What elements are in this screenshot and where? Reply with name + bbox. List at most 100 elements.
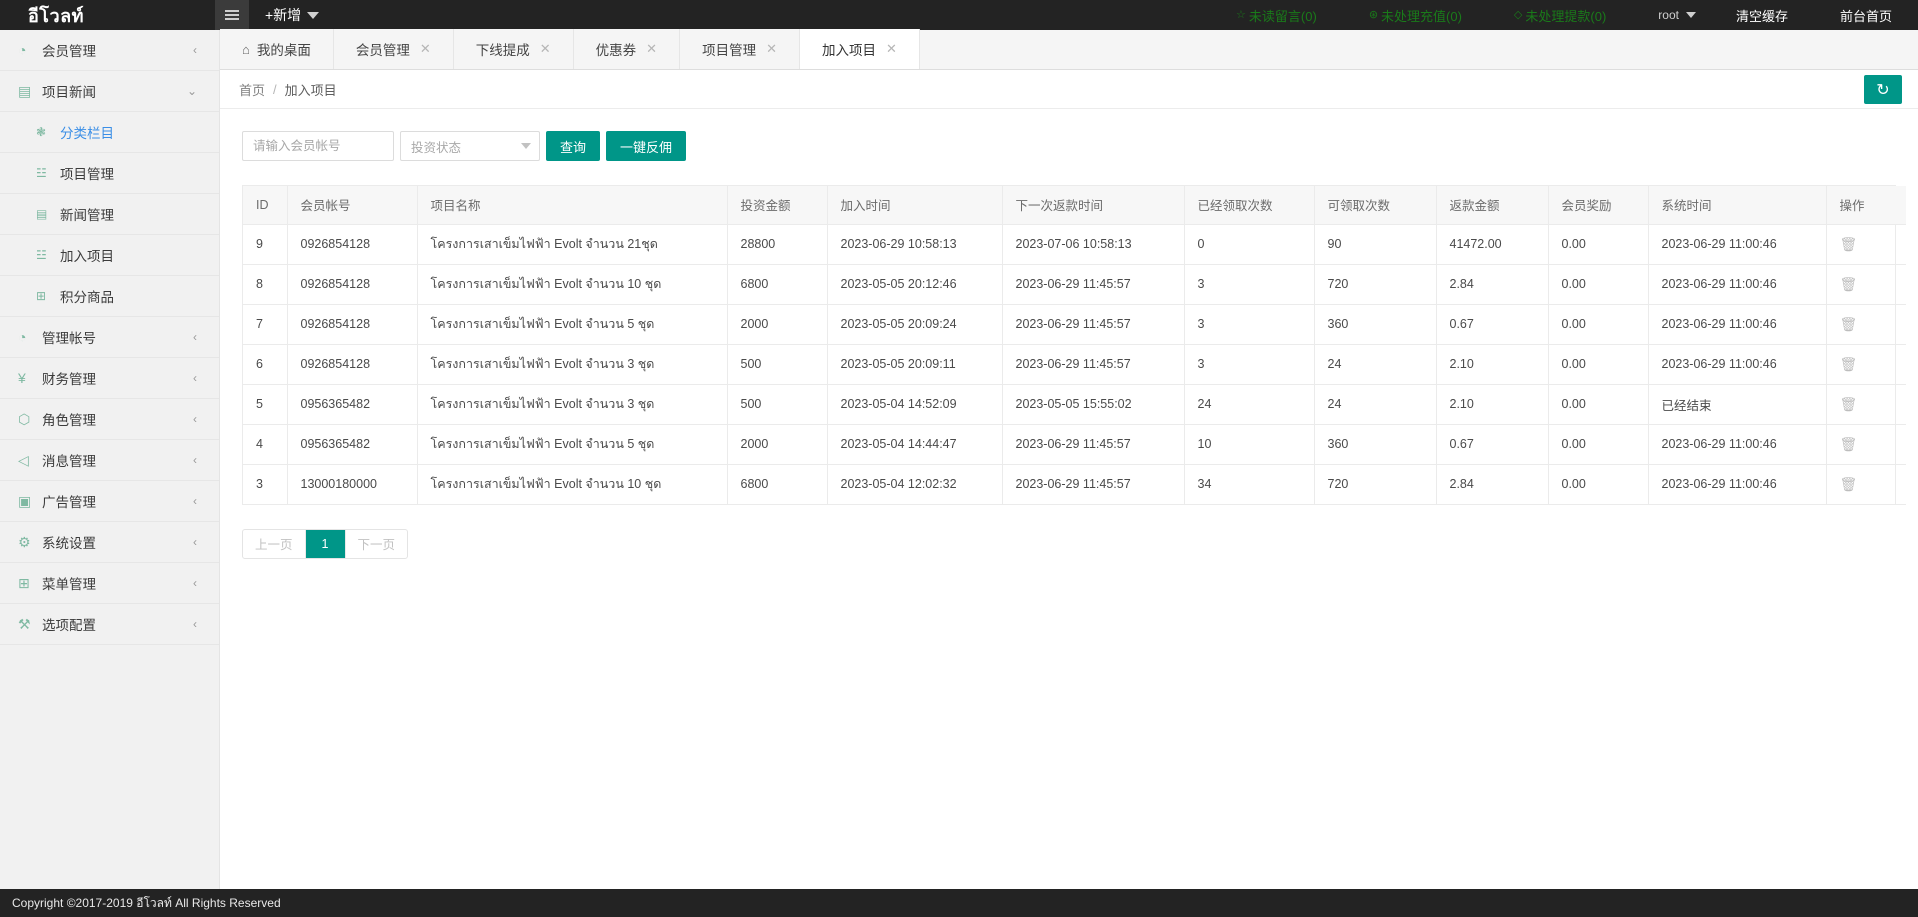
sidebar-item-5[interactable]: ☳加入项目 bbox=[0, 235, 219, 276]
cell-project: โครงการเสาเข็มไฟฟ้า Evolt จำนวน 3 ชุด bbox=[417, 384, 727, 424]
cell-bonus: 0.00 bbox=[1548, 224, 1648, 264]
add-new-button[interactable]: +新增 bbox=[249, 0, 335, 30]
chevron-icon: ⌄ bbox=[187, 84, 197, 98]
sidebar-item-14[interactable]: ⚒选项配置‹ bbox=[0, 604, 219, 645]
sidebar-item-9[interactable]: ⬡角色管理‹ bbox=[0, 399, 219, 440]
sidebar-item-0[interactable]: ◔会员管理‹ bbox=[0, 30, 219, 71]
clear-cache-button[interactable]: 清空缓存 bbox=[1710, 6, 1814, 25]
cell-claimed: 24 bbox=[1184, 384, 1314, 424]
close-icon[interactable]: ✕ bbox=[646, 41, 657, 57]
cell-amount: 500 bbox=[727, 384, 827, 424]
speaker-icon: ◁ bbox=[18, 452, 42, 469]
trash-icon[interactable]: 🗑 bbox=[1840, 236, 1858, 252]
top-header-bar: อีโวลท์ +新增 ☆ 未读留言(0) ⊛ 未处理充值(0) ◇ 未处理提款… bbox=[0, 0, 1918, 30]
doc-icon: ▤ bbox=[36, 207, 60, 221]
table-row: 313000180000โครงการเสาเข็มไฟฟ้า Evolt จำ… bbox=[243, 464, 1906, 504]
tab-0[interactable]: ⌂我的桌面 bbox=[220, 29, 334, 69]
filter-toolbar: 投资状态 查询 一键反佣 bbox=[242, 131, 1896, 161]
trash-icon[interactable]: 🗑 bbox=[1840, 356, 1858, 372]
sidebar-item-10[interactable]: ◁消息管理‹ bbox=[0, 440, 219, 481]
close-icon[interactable]: ✕ bbox=[766, 41, 777, 57]
page-footer: Copyright ©2017-2019 อีโวลท์ All Rights … bbox=[0, 889, 1918, 917]
cell-join_time: 2023-05-04 14:44:47 bbox=[827, 424, 1002, 464]
sidebar-item-2[interactable]: ❃分类栏目 bbox=[0, 112, 219, 153]
trash-icon[interactable]: 🗑 bbox=[1840, 476, 1858, 492]
main-content: 首页 / 加入项目 ↻ 投资状态 查询 一键反佣 bbox=[220, 70, 1918, 889]
cell-account: 0926854128 bbox=[287, 344, 417, 384]
close-icon[interactable]: ✕ bbox=[420, 41, 431, 57]
content-panel: 投资状态 查询 一键反佣 ID会员帐号项目名称投资金额加入时间下一次返款时间已经… bbox=[220, 109, 1918, 559]
cell-refund: 0.67 bbox=[1436, 424, 1548, 464]
table-header-row: ID会员帐号项目名称投资金额加入时间下一次返款时间已经领取次数可领取次数返款金额… bbox=[243, 186, 1906, 224]
cell-claimable: 720 bbox=[1314, 264, 1436, 304]
tab-5[interactable]: 加入项目✕ bbox=[800, 29, 920, 69]
pagination-page-1[interactable]: 1 bbox=[306, 530, 346, 558]
image-icon: ▣ bbox=[18, 493, 42, 510]
chevron-down-icon bbox=[307, 12, 319, 19]
coin-icon: ⊛ bbox=[1369, 10, 1378, 21]
trash-icon[interactable]: 🗑 bbox=[1840, 436, 1858, 452]
close-icon[interactable]: ✕ bbox=[540, 41, 551, 57]
cell-claimable: 24 bbox=[1314, 384, 1436, 424]
sidebar-item-11[interactable]: ▣广告管理‹ bbox=[0, 481, 219, 522]
sidebar-item-8[interactable]: ¥财务管理‹ bbox=[0, 358, 219, 399]
sidebar-item-label: 分类栏目 bbox=[60, 122, 197, 142]
cell-claimable: 360 bbox=[1314, 424, 1436, 464]
pending-deposits-link[interactable]: ⊛ 未处理充值(0) bbox=[1343, 6, 1488, 25]
close-icon[interactable]: ✕ bbox=[886, 41, 897, 57]
chevron-icon: ‹ bbox=[193, 494, 197, 508]
user-menu[interactable]: root bbox=[1632, 8, 1710, 22]
query-button[interactable]: 查询 bbox=[546, 131, 600, 161]
column-header-9: 会员奖励 bbox=[1548, 186, 1648, 224]
shield-icon: ⬡ bbox=[18, 411, 42, 428]
cell-refund: 2.10 bbox=[1436, 384, 1548, 424]
cell-bonus: 0.00 bbox=[1548, 424, 1648, 464]
front-page-link[interactable]: 前台首页 bbox=[1814, 6, 1918, 25]
trash-icon[interactable]: 🗑 bbox=[1840, 396, 1858, 412]
sidebar-item-label: 财务管理 bbox=[42, 368, 193, 388]
pagination-prev[interactable]: 上一页 bbox=[243, 530, 306, 558]
cell-refund: 2.84 bbox=[1436, 464, 1548, 504]
sidebar-item-1[interactable]: ▤项目新闻⌄ bbox=[0, 71, 219, 112]
pending-withdrawals-link[interactable]: ◇ 未处理提款(0) bbox=[1488, 6, 1632, 25]
cell-next_refund: 2023-06-29 11:45:57 bbox=[1002, 304, 1184, 344]
cell-sys_time: 已经结束 bbox=[1648, 384, 1826, 424]
cell-next_refund: 2023-06-29 11:45:57 bbox=[1002, 264, 1184, 304]
cell-id: 6 bbox=[243, 344, 287, 384]
one-click-rebate-button[interactable]: 一键反佣 bbox=[606, 131, 686, 161]
pagination-next[interactable]: 下一页 bbox=[346, 530, 408, 558]
sidebar-item-3[interactable]: ☳项目管理 bbox=[0, 153, 219, 194]
trash-icon[interactable]: 🗑 bbox=[1840, 276, 1858, 292]
unread-messages-link[interactable]: ☆ 未读留言(0) bbox=[1210, 6, 1343, 25]
cell-claimed: 10 bbox=[1184, 424, 1314, 464]
investment-status-select[interactable]: 投资状态 bbox=[400, 131, 540, 161]
menu-toggle-button[interactable] bbox=[215, 0, 249, 30]
refresh-button[interactable]: ↻ bbox=[1864, 75, 1902, 104]
sidebar-item-6[interactable]: ⊞积分商品 bbox=[0, 276, 219, 317]
cell-join_time: 2023-05-05 20:09:11 bbox=[827, 344, 1002, 384]
sidebar-item-label: 新闻管理 bbox=[60, 204, 197, 224]
bell-icon: ☆ bbox=[1236, 10, 1246, 21]
cell-id: 5 bbox=[243, 384, 287, 424]
sidebar-item-4[interactable]: ▤新闻管理 bbox=[0, 194, 219, 235]
book-icon: ▤ bbox=[18, 83, 42, 100]
search-input[interactable] bbox=[242, 131, 394, 161]
tab-4[interactable]: 项目管理✕ bbox=[680, 29, 800, 69]
sidebar-item-12[interactable]: ⚙系统设置‹ bbox=[0, 522, 219, 563]
cell-actions: 🗑 bbox=[1826, 344, 1906, 384]
breadcrumb-root[interactable]: 首页 bbox=[239, 80, 265, 99]
cell-project: โครงการเสาเข็มไฟฟ้า Evolt จำนวน 10 ชุด bbox=[417, 464, 727, 504]
tab-label: 优惠券 bbox=[596, 39, 637, 59]
trash-icon[interactable]: 🗑 bbox=[1840, 316, 1858, 332]
cell-bonus: 0.00 bbox=[1548, 384, 1648, 424]
sidebar-item-13[interactable]: ⊞菜单管理‹ bbox=[0, 563, 219, 604]
cell-project: โครงการเสาเข็มไฟฟ้า Evolt จำนวน 5 ชุด bbox=[417, 424, 727, 464]
cell-account: 13000180000 bbox=[287, 464, 417, 504]
tab-1[interactable]: 会员管理✕ bbox=[334, 29, 454, 69]
tab-3[interactable]: 优惠券 ✕ bbox=[574, 29, 680, 69]
user-icon: ◔ bbox=[18, 42, 42, 58]
sidebar-item-7[interactable]: ◔管理帐号‹ bbox=[0, 317, 219, 358]
tab-2[interactable]: 下线提成✕ bbox=[454, 29, 574, 69]
table-row: 70926854128โครงการเสาเข็มไฟฟ้า Evolt จำน… bbox=[243, 304, 1906, 344]
chevron-icon: ‹ bbox=[193, 371, 197, 385]
